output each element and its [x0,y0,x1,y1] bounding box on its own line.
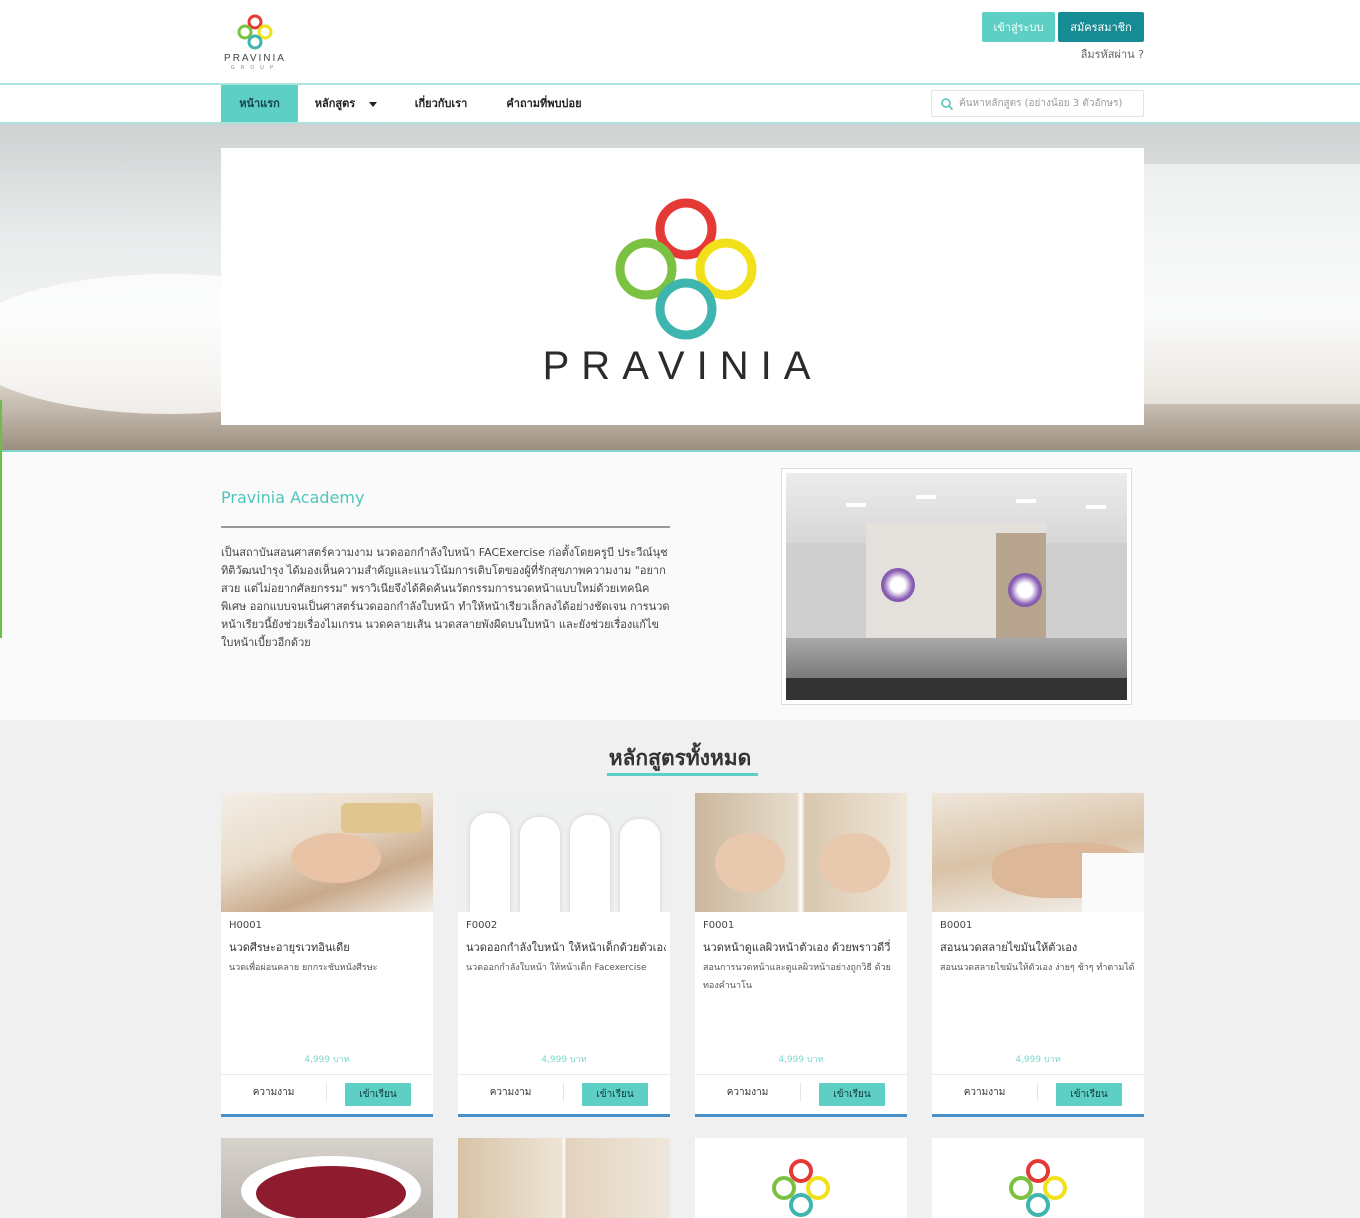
course-card[interactable] [221,1138,433,1218]
course-title[interactable]: นวดศีรษะอายุรเวทอินเดีย [229,938,429,956]
course-card[interactable] [458,1138,670,1218]
course-card[interactable]: H0001 นวดศีรษะอายุรเวทอินเดีย นวดเพื่อผ่… [221,793,433,1117]
heading-underline [607,773,758,776]
hero-banner: PRAVINIA [0,124,1360,452]
course-card[interactable]: F0002 นวดออกกำลังใบหน้า ให้หน้าเด็กด้วยต… [458,793,670,1117]
brand-logo[interactable]: PRAVINIA GROUP [221,12,289,72]
academy-description: เป็นสถาบันสอนศาสตร์ความงาม นวดออกกำลังใบ… [221,546,670,649]
course-card[interactable] [932,1138,1144,1218]
nav-courses-label: หลักสูตร [314,97,356,110]
login-button[interactable]: เข้าสู่ระบบ [982,12,1055,42]
course-category: ความงาม [726,1087,769,1098]
courses-heading: หลักสูตรทั้งหมด [608,746,752,770]
course-description: สอนการนวดหน้าและดูแลผิวหน้าอย่างถูกวิธี … [703,963,891,991]
side-accent [0,400,2,638]
course-code: F0001 [703,920,735,931]
course-title[interactable]: นวดออกกำลังใบหน้า ให้หน้าเด็กด้วยตัวเอง [466,938,666,956]
divider [221,526,670,528]
chevron-down-icon [369,101,378,107]
academy-section: Pravinia Academy เป็นสถาบันสอนศาสตร์ความ… [0,452,1360,720]
logo-wordmark: PRAVINIA [224,53,286,64]
course-card[interactable] [695,1138,907,1218]
course-price: 4,999 บาท [778,1055,824,1065]
course-image[interactable] [458,793,670,912]
courses-section: หลักสูตรทั้งหมด H0001 นวดศีรษะอายุรเวทอิ… [0,720,1360,1218]
course-code: B0001 [940,920,973,931]
academy-title: Pravinia Academy [221,488,365,507]
search-input[interactable] [959,93,1141,114]
enroll-button[interactable]: เข้าเรียน [819,1083,885,1106]
register-button[interactable]: สมัครสมาชิก [1058,12,1144,42]
course-description: นวดออกกำลังใบหน้า ให้หน้าเด็ก Facexercis… [466,963,647,973]
course-card[interactable]: B0001 สอนนวดสลายไขมันให้ตัวเอง สอนนวดสลา… [932,793,1144,1117]
forgot-password-link[interactable]: ลืมรหัสผ่าน ? [1081,45,1144,63]
nav-courses[interactable]: หลักสูตร [298,85,394,122]
course-price: 4,999 บาท [1015,1055,1061,1065]
course-description: นวดเพื่อผ่อนคลาย ยกกระชับหนังศีรษะ [229,963,378,973]
course-price: 4,999 บาท [541,1055,587,1065]
main-navbar: หน้าแรก หลักสูตร เกี่ยวกับเรา คำถามที่พบ… [0,83,1360,124]
course-code: H0001 [229,920,262,931]
enroll-button[interactable]: เข้าเรียน [1056,1083,1122,1106]
course-image[interactable] [932,793,1144,912]
course-image[interactable] [221,793,433,912]
course-code: F0002 [466,920,498,931]
nav-home[interactable]: หน้าแรก [221,85,298,122]
clover-logo-icon [237,14,273,50]
logo-subtext: GROUP [230,65,280,71]
course-price: 4,999 บาท [304,1055,350,1065]
enroll-button[interactable]: เข้าเรียน [345,1083,411,1106]
course-title[interactable]: สอนนวดสลายไขมันให้ตัวเอง [940,938,1140,956]
course-category: ความงาม [489,1087,532,1098]
nav-faq[interactable]: คำถามที่พบบ่อย [494,85,594,122]
course-category: ความงาม [963,1087,1006,1098]
site-header: PRAVINIA GROUP เข้าสู่ระบบ สมัครสมาชิก ล… [0,0,1360,84]
clover-logo-icon [615,198,757,340]
search-box [931,90,1144,117]
hero-logo-card: PRAVINIA [221,148,1144,425]
course-title[interactable]: นวดหน้าดูแลผิวหน้าตัวเอง ด้วยพราวดีวี่ [703,938,903,956]
hero-background-shape [1120,164,1360,404]
search-icon[interactable] [940,97,954,111]
course-image[interactable] [695,793,907,912]
academy-photo [781,468,1132,705]
course-category: ความงาม [252,1087,295,1098]
enroll-button[interactable]: เข้าเรียน [582,1083,648,1106]
hero-wordmark: PRAVINIA [542,344,823,388]
course-card[interactable]: F0001 นวดหน้าดูแลผิวหน้าตัวเอง ด้วยพราวด… [695,793,907,1117]
course-description: สอนนวดสลายไขมันให้ตัวเอง ง่ายๆ ช้าๆ ทำตา… [940,963,1135,973]
nav-about[interactable]: เกี่ยวกับเรา [400,85,482,122]
clover-logo-icon [772,1159,830,1217]
clover-logo-icon [1009,1159,1067,1217]
